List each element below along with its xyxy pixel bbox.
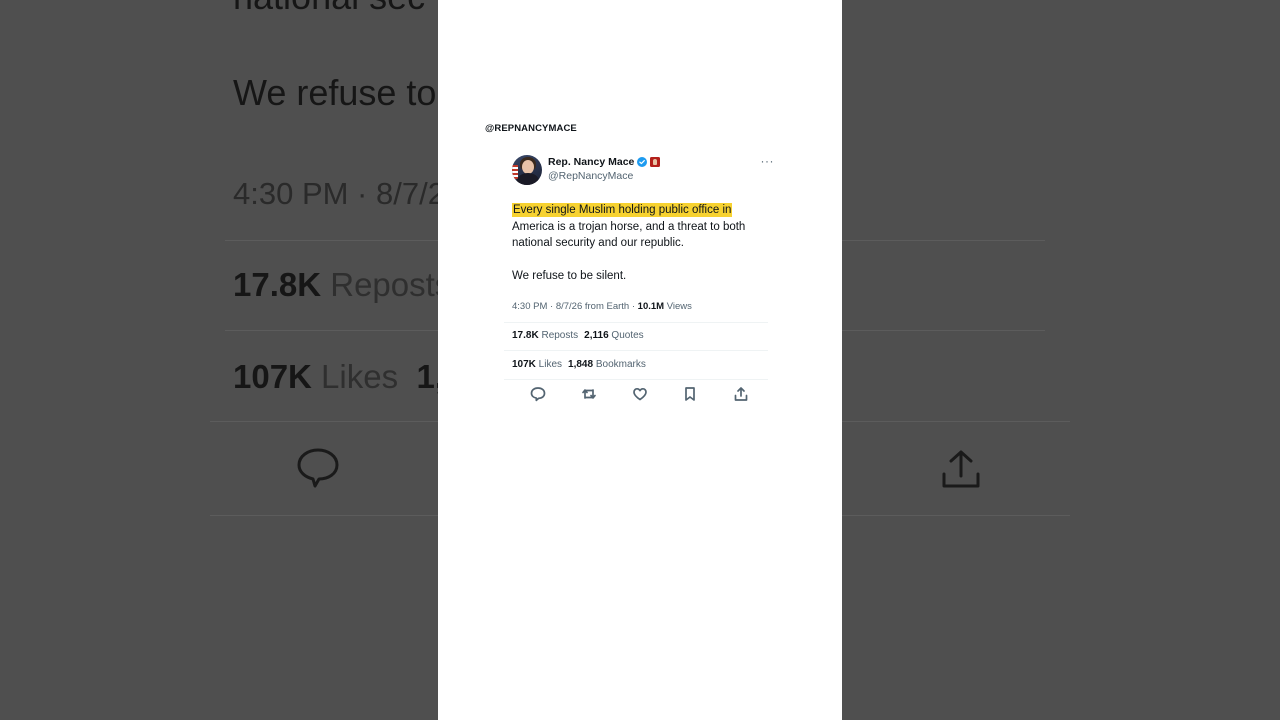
avatar-body: [517, 173, 539, 185]
bg-likes: 107K Likes 1,: [233, 358, 444, 395]
affiliation-badge-icon: [650, 157, 661, 167]
share-icon[interactable]: [733, 386, 749, 402]
caption-handle: @REPNANCYMACE: [485, 123, 577, 134]
tweet-action-bar: [504, 386, 776, 404]
tweet-paragraph-2: We refuse to be silent.: [512, 269, 627, 282]
tweet-timestamp[interactable]: 4:30 PM · 8/7/26 from Earth ·: [512, 301, 638, 312]
tweet-paragraph-1: Every single Muslim holding public offic…: [512, 202, 770, 252]
bg-timestamp: 4:30 PM · 8/7/2: [233, 176, 445, 211]
bookmark-icon[interactable]: [682, 386, 698, 402]
verified-badge-icon: [637, 157, 648, 167]
bg-reposts: 17.8K Reposts: [233, 266, 452, 303]
bg-share-icon: [942, 450, 980, 488]
views-label: Views: [664, 301, 692, 312]
tweet-metadata: 4:30 PM · 8/7/26 from Earth · 10.1M View…: [512, 301, 692, 312]
bookmarks-stat[interactable]: 1,848 Bookmarks: [568, 359, 646, 370]
tweet-body: Every single Muslim holding public offic…: [512, 202, 770, 284]
tweet-text: America is a trojan horse, and a threat …: [512, 220, 746, 250]
author-display-name[interactable]: Rep. Nancy Mace: [548, 156, 634, 168]
reply-icon[interactable]: [530, 386, 546, 402]
likes-bookmarks-row: 107K Likes 1,848 Bookmarks: [512, 359, 646, 370]
like-icon[interactable]: [632, 386, 648, 402]
highlighted-text: Every single Muslim holding public offic…: [512, 203, 733, 217]
reposts-quotes-row: 17.8K Reposts 2,116 Quotes: [512, 330, 644, 341]
bg-text-line: We refuse to: [233, 72, 437, 113]
quotes-stat[interactable]: 2,116 Quotes: [584, 330, 644, 341]
retweet-icon[interactable]: [581, 386, 597, 402]
author-handle[interactable]: @RepNancyMace: [548, 170, 633, 182]
avatar[interactable]: [512, 155, 542, 185]
avatar-face: [522, 160, 534, 174]
author-name-row: Rep. Nancy Mace: [548, 156, 661, 168]
bg-text-line: national sec: [233, 0, 425, 18]
bg-reply-icon: [297, 448, 339, 488]
views-count: 10.1M: [637, 301, 665, 312]
divider: [504, 322, 768, 323]
divider: [504, 350, 768, 351]
divider: [504, 379, 768, 380]
likes-stat[interactable]: 107K Likes: [512, 359, 562, 370]
more-options-icon[interactable]: ···: [761, 154, 775, 168]
tweet-screenshot-panel: @REPNANCYMACE Rep. Nancy Mace @RepNancyM…: [438, 0, 842, 720]
reposts-stat[interactable]: 17.8K Reposts: [512, 330, 578, 341]
